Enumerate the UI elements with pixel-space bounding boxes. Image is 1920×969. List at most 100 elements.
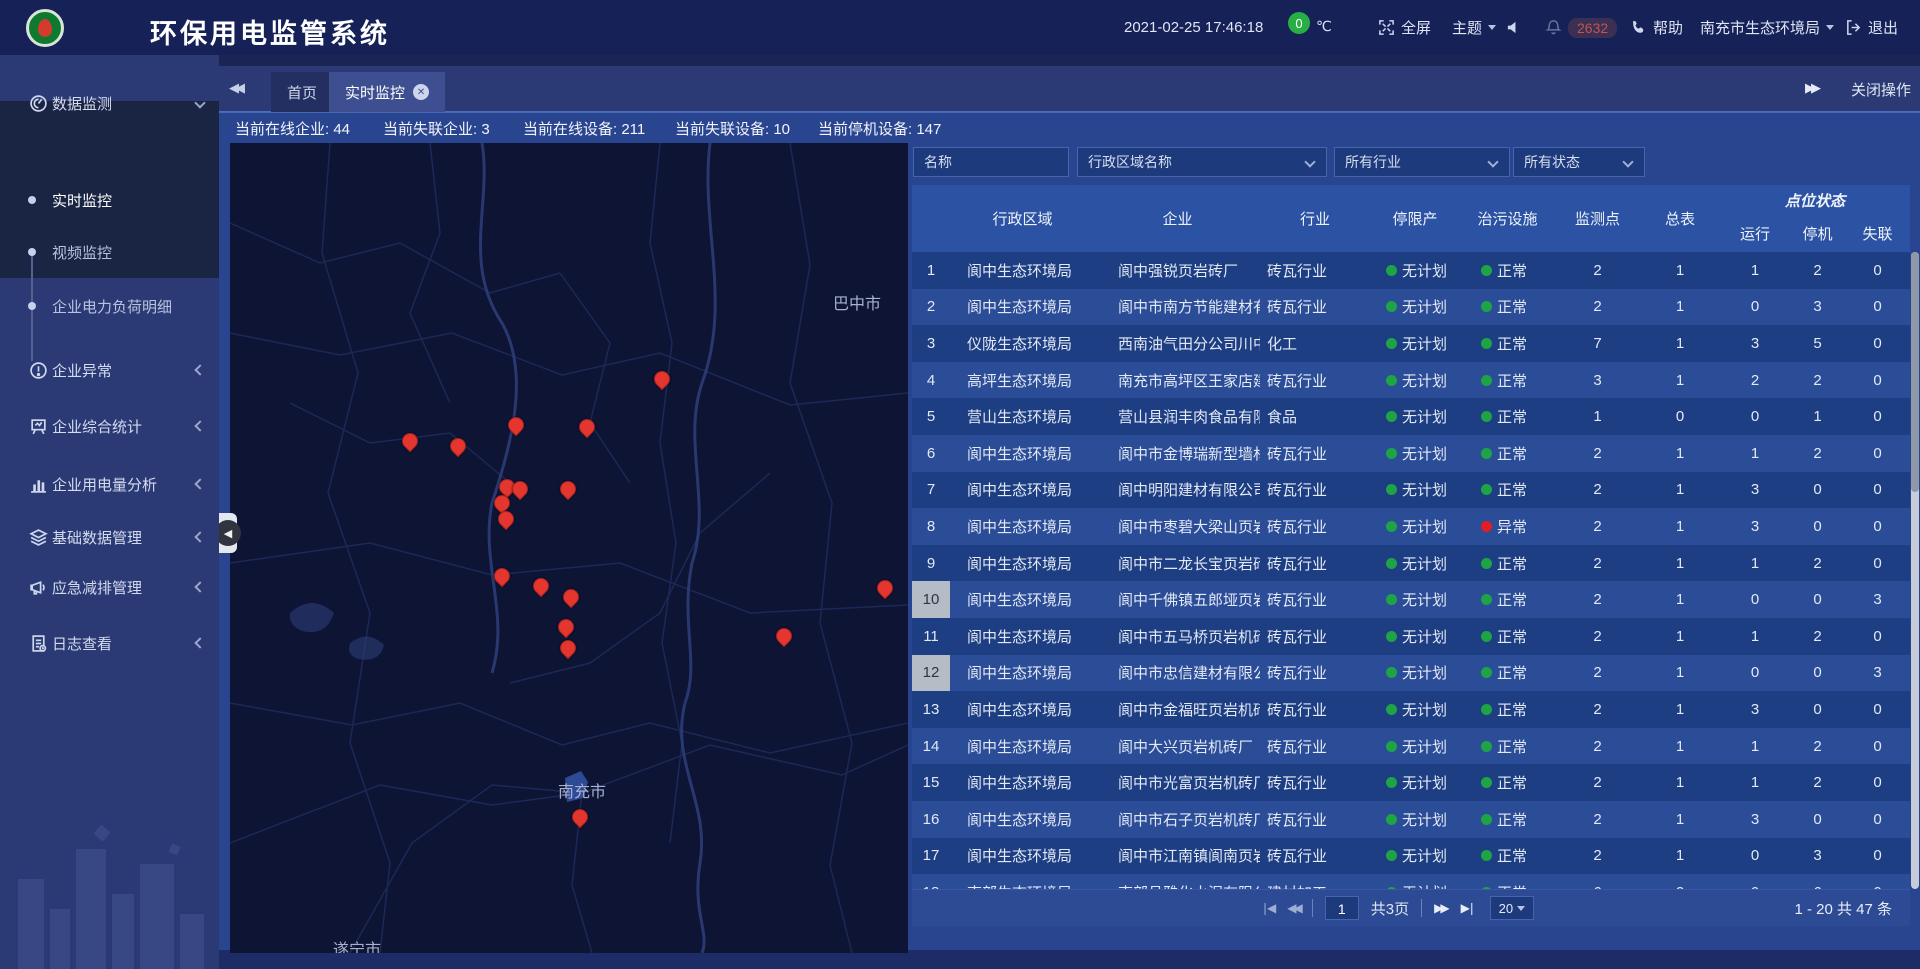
- table-row[interactable]: 5营山生态环境局营山县润丰肉食品有限食品无计划正常10010: [912, 398, 1910, 435]
- cell-company: 阆中市金福旺页岩机砖: [1095, 691, 1260, 728]
- sidebar-item-应急减排管理[interactable]: 应急减排管理: [0, 570, 219, 604]
- map-panel[interactable]: 巴中市南充市遂宁市: [230, 143, 908, 953]
- status-dot-icon: [1481, 448, 1492, 459]
- cell-meters: 1: [1640, 691, 1720, 728]
- tab-close-icon[interactable]: ✕: [413, 84, 429, 100]
- megaphone-icon: [28, 577, 48, 597]
- tabbar-top-strip: [219, 55, 1920, 66]
- stat-当前失联设备: 当前失联设备: 10: [675, 118, 790, 139]
- status-dot-icon: [1386, 704, 1397, 715]
- table-row[interactable]: 14阆中生态环境局阆中大兴页岩机砖厂砖瓦行业无计划正常21120: [912, 728, 1910, 765]
- sidebar-item-企业综合统计[interactable]: 企业综合统计: [0, 409, 219, 443]
- cell-region: 阆中生态环境局: [950, 508, 1095, 545]
- cell-industry: 砖瓦行业: [1260, 691, 1370, 728]
- tabs-scroll-right-icon[interactable]: ▶▶: [1805, 80, 1817, 96]
- sidebar-item-label: 企业综合统计: [52, 416, 142, 437]
- cell-meters: 0: [1640, 398, 1720, 435]
- region-filter[interactable]: 行政区域名称: [1077, 147, 1327, 177]
- help-button[interactable]: 帮助: [1630, 0, 1683, 55]
- cell-run: 2: [1720, 362, 1790, 399]
- page-number-input[interactable]: 1: [1325, 896, 1359, 920]
- sidebar-item-数据监测[interactable]: 数据监测: [0, 86, 219, 120]
- industry-filter[interactable]: 所有行业: [1334, 147, 1510, 177]
- cell-company: 阆中市忠信建材有限公: [1095, 655, 1260, 692]
- cell-points: 2: [1555, 764, 1640, 801]
- table-row[interactable]: 16阆中生态环境局阆中市石子页岩机砖厂砖瓦行业无计划正常21300: [912, 801, 1910, 838]
- theme-menu[interactable]: 主题: [1452, 0, 1496, 55]
- cell-lost: 0: [1845, 874, 1910, 889]
- notifications[interactable]: 2632: [1545, 0, 1617, 55]
- logout-button[interactable]: 退出: [1845, 0, 1898, 55]
- next-page-icon[interactable]: ▶▶: [1434, 901, 1446, 915]
- name-filter[interactable]: 名称: [913, 147, 1069, 177]
- cell-company: 阆中市南方节能建材有: [1095, 289, 1260, 326]
- tab-实时监控[interactable]: 实时监控✕: [329, 72, 445, 112]
- first-page-icon[interactable]: ❘◀: [1260, 901, 1273, 915]
- table-row[interactable]: 10阆中生态环境局阆中千佛镇五郎垭页岩砖瓦行业无计划正常21003: [912, 581, 1910, 618]
- cell-industry: 砖瓦行业: [1260, 289, 1370, 326]
- board-icon: [28, 416, 48, 436]
- cell-stop: 5: [1790, 325, 1845, 362]
- scrollbar-thumb[interactable]: [1911, 252, 1919, 492]
- table-row[interactable]: 11阆中生态环境局阆中市五马桥页岩机砖砖瓦行业无计划正常21120: [912, 618, 1910, 655]
- stats-bar: 当前在线企业: 44当前失联企业: 3当前在线设备: 211当前失联设备: 10…: [219, 112, 1920, 143]
- table-row[interactable]: 18南部生态环境局南部县雅化水泥有限公建材加工无计划正常62060: [912, 874, 1910, 889]
- sidebar-item-基础数据管理[interactable]: 基础数据管理: [0, 520, 219, 554]
- table-scrollbar[interactable]: [1911, 252, 1919, 889]
- cell-meters: 1: [1640, 252, 1720, 289]
- cell-limit: 无计划: [1370, 618, 1460, 655]
- cell-region: 阆中生态环境局: [950, 691, 1095, 728]
- row-index: 4: [912, 362, 950, 399]
- table-row[interactable]: 7阆中生态环境局阆中明阳建材有限公司砖瓦行业无计划正常21300: [912, 472, 1910, 509]
- notification-count-badge: 2632: [1568, 18, 1617, 38]
- tab-首页[interactable]: 首页: [271, 72, 333, 112]
- cell-company: 阆中市枣碧大梁山页岩: [1095, 508, 1260, 545]
- mute-button[interactable]: [1506, 0, 1523, 55]
- prev-page-icon[interactable]: ◀◀: [1287, 901, 1299, 915]
- close-operations-button[interactable]: 关闭操作: [1851, 79, 1911, 100]
- cell-limit: 无计划: [1370, 655, 1460, 692]
- cell-facility: 正常: [1460, 618, 1555, 655]
- cell-industry: 食品: [1260, 398, 1370, 435]
- status-dot-icon: [1481, 375, 1492, 386]
- cell-company: 阆中市光富页岩机砖厂: [1095, 764, 1260, 801]
- table-row[interactable]: 4高坪生态环境局南充市高坪区王家店建砖瓦行业无计划正常31220: [912, 362, 1910, 399]
- table-row[interactable]: 12阆中生态环境局阆中市忠信建材有限公砖瓦行业无计划正常21003: [912, 655, 1910, 692]
- cell-industry: 砖瓦行业: [1260, 838, 1370, 875]
- table-row[interactable]: 8阆中生态环境局阆中市枣碧大梁山页岩砖瓦行业无计划异常21300: [912, 508, 1910, 545]
- cell-company: 阆中强锐页岩砖厂: [1095, 252, 1260, 289]
- table-row[interactable]: 13阆中生态环境局阆中市金福旺页岩机砖砖瓦行业无计划正常21300: [912, 691, 1910, 728]
- sidebar-subitem-企业电力负荷明细[interactable]: 企业电力负荷明细: [0, 291, 219, 321]
- cell-meters: 1: [1640, 655, 1720, 692]
- table-row[interactable]: 2阆中生态环境局阆中市南方节能建材有砖瓦行业无计划正常21030: [912, 289, 1910, 326]
- fullscreen-button[interactable]: 全屏: [1378, 0, 1431, 55]
- cell-points: 2: [1555, 472, 1640, 509]
- cell-run: 3: [1720, 691, 1790, 728]
- status-filter[interactable]: 所有状态: [1513, 147, 1645, 177]
- tabs-scroll-left-icon[interactable]: ◀◀: [229, 80, 241, 96]
- cell-run: 1: [1720, 252, 1790, 289]
- table-row[interactable]: 17阆中生态环境局阆中市江南镇阆南页岩砖瓦行业无计划正常21030: [912, 838, 1910, 875]
- cell-facility: 正常: [1460, 362, 1555, 399]
- status-dot-icon: [1386, 301, 1397, 312]
- table-row[interactable]: 3仪陇生态环境局西南油气田分公司川中化工无计划正常71350: [912, 325, 1910, 362]
- table-header-index: [912, 185, 950, 252]
- chevron-down-icon: [194, 97, 205, 108]
- table-row[interactable]: 15阆中生态环境局阆中市光富页岩机砖厂砖瓦行业无计划正常21120: [912, 764, 1910, 801]
- last-page-icon[interactable]: ▶❘: [1461, 901, 1474, 915]
- page-size-select[interactable]: 20: [1490, 896, 1534, 920]
- sidebar-item-企业异常[interactable]: 企业异常: [0, 353, 219, 387]
- map-roads: [230, 143, 908, 953]
- stat-当前失联企业: 当前失联企业: 3: [383, 118, 490, 139]
- table-row[interactable]: 9阆中生态环境局阆中市二龙长宝页岩砖砖瓦行业无计划正常21120: [912, 545, 1910, 582]
- sidebar-subitem-视频监控[interactable]: 视频监控: [0, 237, 219, 267]
- table-row[interactable]: 1阆中生态环境局阆中强锐页岩砖厂砖瓦行业无计划正常21120: [912, 252, 1910, 289]
- sidebar-subitem-实时监控[interactable]: 实时监控: [0, 185, 219, 215]
- status-dot-icon: [1386, 484, 1397, 495]
- cell-points: 2: [1555, 545, 1640, 582]
- cell-industry: 砖瓦行业: [1260, 655, 1370, 692]
- table-row[interactable]: 6阆中生态环境局阆中市金博瑞新型墙材砖瓦行业无计划正常21120: [912, 435, 1910, 472]
- sidebar-item-企业用电量分析[interactable]: 企业用电量分析: [0, 467, 219, 501]
- org-menu[interactable]: 南充市生态环境局: [1700, 0, 1834, 55]
- sidebar-item-日志查看[interactable]: 日志查看: [0, 626, 219, 660]
